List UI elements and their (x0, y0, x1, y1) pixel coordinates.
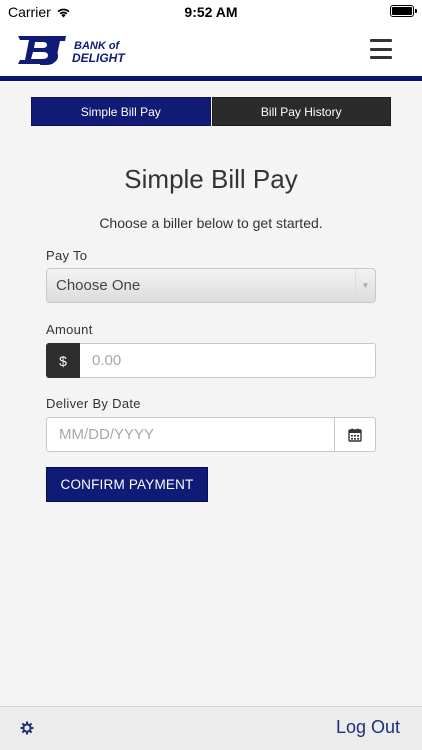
deliver-by-date-label: Deliver By Date (46, 396, 141, 411)
status-bar: Carrier 9:52 AM (0, 0, 422, 24)
bill-pay-tabs: Simple Bill Pay Bill Pay History (31, 97, 391, 126)
gear-icon[interactable] (20, 721, 34, 735)
page-subtitle: Choose a biller below to get started. (99, 215, 323, 231)
amount-input[interactable] (80, 343, 376, 378)
bank-logo: BANK of DELIGHT (18, 36, 126, 65)
battery-icon (390, 5, 417, 17)
amount-input-group: $ (46, 343, 376, 378)
status-time: 9:52 AM (184, 4, 238, 20)
amount-label: Amount (46, 322, 93, 337)
pay-to-select[interactable]: Choose One ▼ (46, 268, 376, 303)
hamburger-menu-icon[interactable] (370, 39, 392, 59)
pay-to-label: Pay To (46, 248, 88, 263)
date-input-group (46, 417, 376, 452)
pay-to-selected-value: Choose One (56, 277, 141, 294)
deliver-by-date-input[interactable] (46, 417, 335, 452)
footer-bar: Log Out (0, 706, 422, 750)
calendar-button[interactable] (335, 417, 376, 452)
tab-bill-pay-history[interactable]: Bill Pay History (211, 97, 391, 126)
header-divider (0, 76, 422, 81)
currency-addon: $ (46, 343, 80, 378)
confirm-payment-button[interactable]: CONFIRM PAYMENT (46, 467, 208, 502)
calendar-icon (348, 428, 362, 442)
logo-text-line2: DELIGHT (72, 51, 126, 65)
chevron-down-icon: ▼ (355, 269, 375, 302)
page-title: Simple Bill Pay (124, 164, 298, 194)
tab-simple-bill-pay[interactable]: Simple Bill Pay (31, 97, 211, 126)
app-header: BANK of DELIGHT (0, 24, 422, 76)
log-out-link[interactable]: Log Out (336, 717, 400, 738)
